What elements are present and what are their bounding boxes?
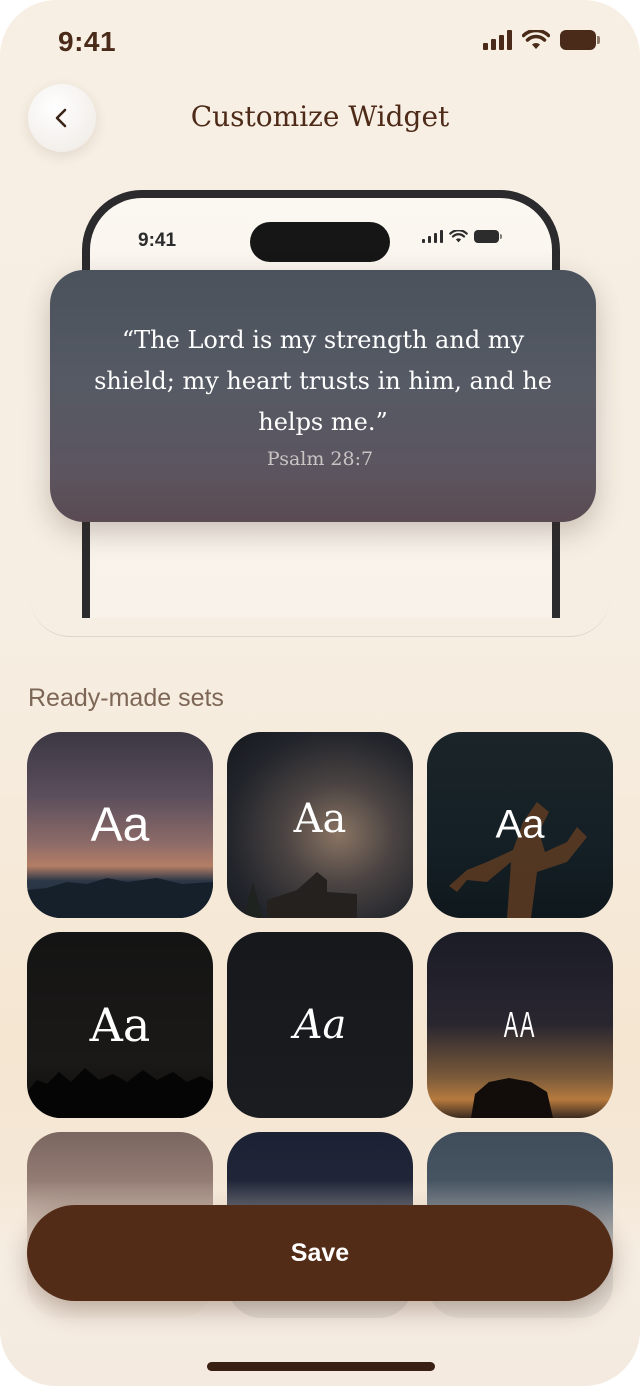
set-font-sample: Aa: [90, 798, 150, 852]
save-button[interactable]: Save: [27, 1205, 613, 1301]
set-font-sample: Aa: [89, 998, 151, 1052]
set-font-sample: Aa: [293, 796, 347, 843]
verse-quote: “The Lord is my strength and my shield; …: [94, 326, 552, 436]
set-tile[interactable]: Aa: [27, 932, 213, 1118]
status-time: 9:41: [58, 26, 117, 57]
set-font-sample: Aa: [293, 1002, 347, 1048]
preview-wifi-icon: [449, 230, 468, 243]
signal-icon: [483, 30, 512, 50]
verse-widget: “The Lord is my strength and my shield; …: [50, 270, 596, 522]
battery-icon: [560, 30, 600, 50]
set-font-sample: Aa: [495, 802, 545, 847]
section-title: Ready-made sets: [28, 684, 224, 712]
page-title: Customize Widget: [190, 100, 450, 133]
preview-status-icons: [422, 230, 502, 243]
preview-signal-icon: [422, 230, 443, 243]
set-tile[interactable]: Aa: [427, 732, 613, 918]
home-indicator: [207, 1362, 435, 1371]
screen: 9:41 Customize Widget 9:41 “The Lord is …: [0, 0, 640, 1386]
wifi-icon: [522, 30, 550, 49]
preview-battery-icon: [474, 230, 502, 243]
dynamic-island: [250, 222, 390, 262]
set-tile[interactable]: Aa: [227, 932, 413, 1118]
set-font-sample: AA: [503, 1004, 537, 1045]
set-tile[interactable]: Aa: [27, 732, 213, 918]
set-tile[interactable]: Aa: [227, 732, 413, 918]
set-tile[interactable]: AA: [427, 932, 613, 1118]
verse-reference: Psalm 28:7: [266, 448, 374, 470]
status-icons: [483, 30, 600, 50]
preview-status-time: 9:41: [138, 230, 177, 251]
